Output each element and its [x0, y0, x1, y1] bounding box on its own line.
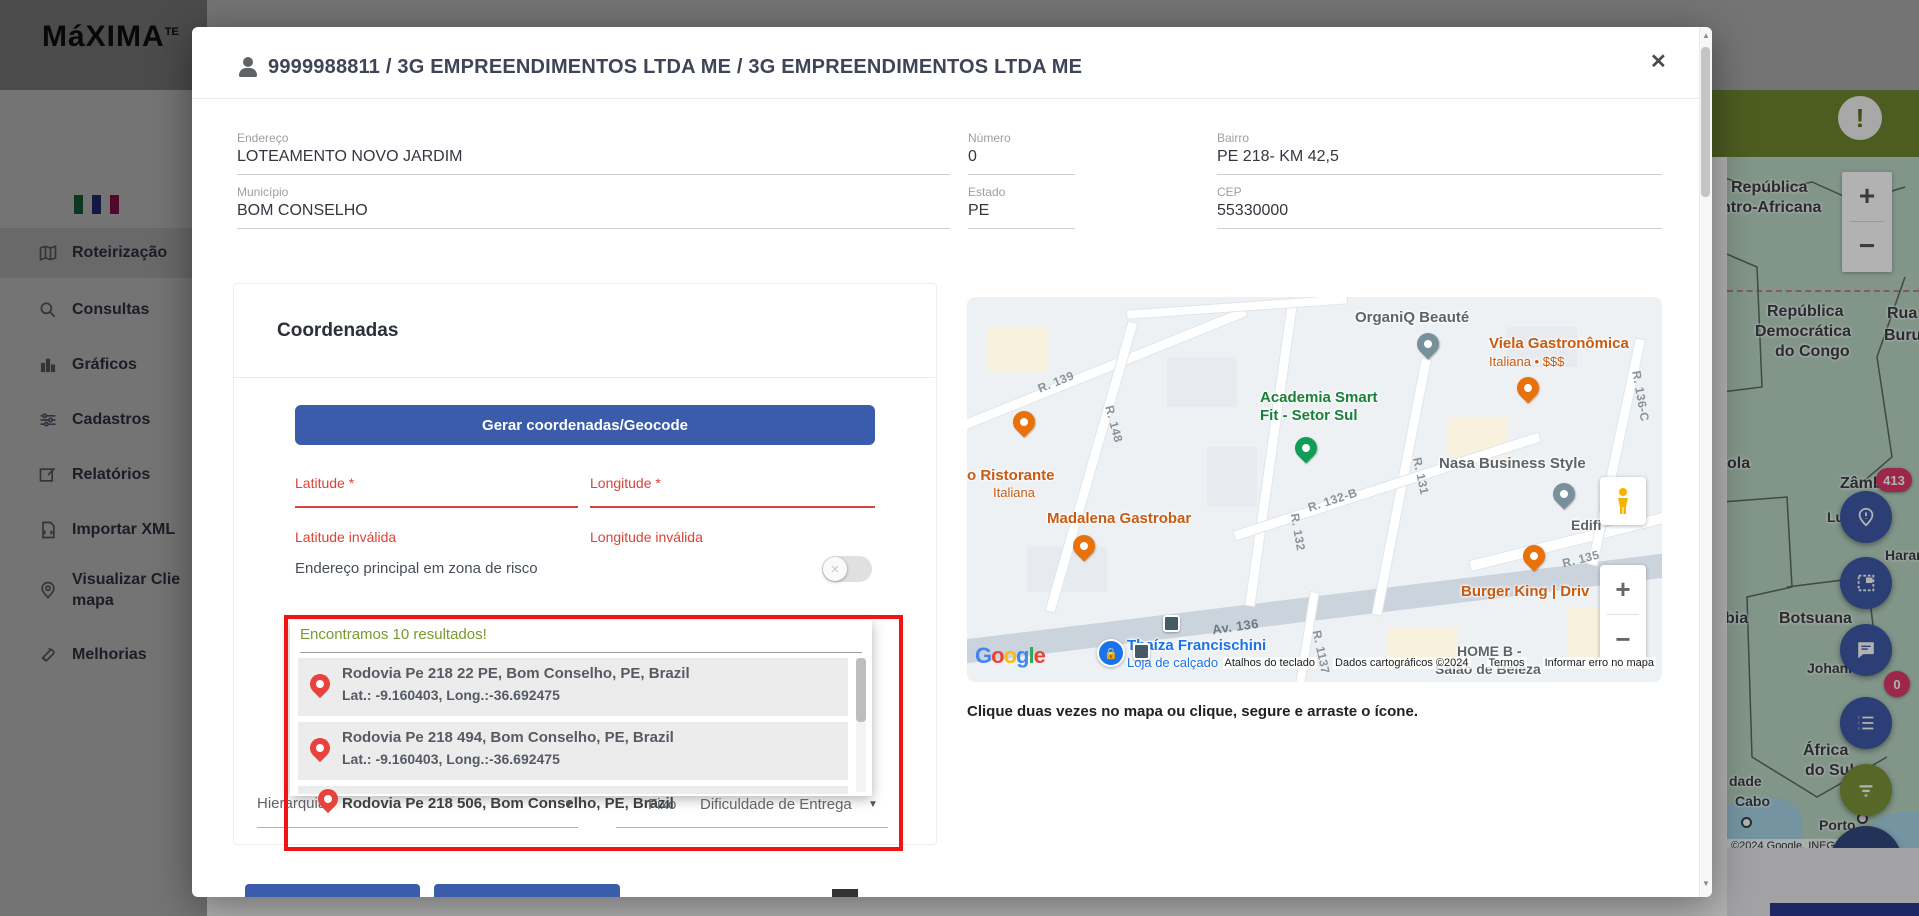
field-underline — [1217, 228, 1662, 229]
scroll-up-arrow[interactable]: ▲ — [1702, 31, 1710, 40]
poi-label[interactable]: Burger King | Driv — [1461, 583, 1589, 600]
poi-label[interactable]: Viela Gastronômica — [1489, 335, 1629, 352]
latitude-underline — [295, 506, 578, 508]
building-shape — [987, 327, 1047, 372]
longitude-underline — [590, 506, 875, 508]
building-shape — [1167, 357, 1237, 407]
poi-pin-icon[interactable] — [1008, 406, 1039, 437]
poi-sublabel: Italiana — [993, 485, 1035, 500]
latitude-input[interactable] — [295, 473, 578, 505]
pegman-icon — [1614, 487, 1632, 515]
building-shape — [1207, 447, 1257, 507]
person-icon — [238, 57, 258, 77]
street-label: R. 132-B — [1306, 485, 1359, 514]
zoom-out-button[interactable]: − — [1600, 615, 1646, 663]
scroll-down-arrow[interactable]: ▼ — [1702, 879, 1710, 888]
bairro-field[interactable]: PE 218- KM 42,5 — [1217, 148, 1339, 166]
poi-label: Edifi — [1571, 517, 1601, 533]
poi-label[interactable]: Madalena Gastrobar — [1047, 510, 1191, 527]
terms-link[interactable]: Termos — [1487, 657, 1527, 669]
endereco-label: Endereço — [237, 131, 288, 145]
map-hint-text: Clique duas vezes no mapa ou clique, seg… — [967, 703, 1418, 720]
bottom-action-button[interactable] — [245, 884, 420, 897]
cep-field[interactable]: 55330000 — [1217, 202, 1288, 220]
risk-zone-label: Endereço principal em zona de risco — [295, 560, 538, 577]
field-underline — [968, 228, 1075, 229]
poi-label[interactable]: OrganiQ Beauté — [1355, 309, 1469, 326]
modal-title: 9999988811 / 3G EMPREENDIMENTOS LTDA ME … — [268, 56, 1082, 79]
longitude-error: Longitude inválida — [590, 529, 703, 545]
longitude-input[interactable] — [590, 473, 875, 505]
close-icon[interactable]: ✕ — [1650, 49, 1667, 74]
divider — [192, 98, 1712, 99]
google-logo: Google — [975, 643, 1045, 669]
pegman-control[interactable] — [1600, 477, 1646, 525]
report-error-link[interactable]: Informar erro no mapa — [1543, 657, 1656, 669]
backdrop-left — [0, 0, 207, 916]
road-shape — [1233, 433, 1540, 540]
bottom-dark-element — [832, 889, 858, 897]
poi-label: Fit - Setor Sul — [1260, 407, 1358, 424]
latitude-error: Latitude inválida — [295, 529, 396, 545]
bairro-label: Bairro — [1217, 131, 1249, 145]
divider — [234, 377, 935, 378]
poi-pin-icon[interactable] — [1412, 328, 1443, 359]
estado-field[interactable]: PE — [968, 202, 989, 220]
numero-label: Número — [968, 131, 1011, 145]
poi-pin-icon[interactable]: 🔒 — [1097, 639, 1125, 667]
keyboard-shortcuts-link[interactable]: Atalhos do teclado — [1223, 657, 1318, 669]
endereco-field[interactable]: LOTEAMENTO NOVO JARDIM — [237, 148, 463, 166]
bus-stop-icon — [1133, 643, 1150, 660]
municipio-label: Município — [237, 185, 288, 199]
modal-scrollbar-thumb[interactable] — [1701, 47, 1710, 197]
poi-sublabel: Italiana • $$$ — [1489, 354, 1564, 369]
municipio-field[interactable]: BOM CONSELHO — [237, 202, 368, 220]
poi-label[interactable]: Nasa Business Style — [1439, 455, 1586, 472]
google-map[interactable]: R. 139 R. 148 R. 132-B R. 131 R. 132 R. … — [967, 297, 1662, 682]
field-underline — [1217, 174, 1662, 175]
numero-field[interactable]: 0 — [968, 148, 977, 166]
field-underline — [237, 174, 950, 175]
field-underline — [968, 174, 1075, 175]
map-data-label: Dados cartográficos ©2024 — [1333, 657, 1470, 669]
map-zoom-control: + − — [1600, 565, 1646, 665]
screen: MáXIMATE 0 ⌂ ⚙ N Roteirização Consultas … — [0, 0, 1919, 916]
toggle-knob: ✕ — [823, 557, 847, 581]
coordinates-heading: Coordenadas — [277, 320, 398, 342]
geocode-button[interactable]: Gerar coordenadas/Geocode — [295, 405, 875, 445]
poi-pin-icon[interactable] — [1290, 432, 1321, 463]
zoom-in-button[interactable]: + — [1600, 565, 1646, 613]
street-label: R. 136-C — [1629, 370, 1652, 423]
annotation-highlight-rect — [284, 615, 903, 851]
street-label: R. 148 — [1102, 404, 1125, 444]
estado-label: Estado — [968, 185, 1005, 199]
bottom-action-button[interactable] — [434, 884, 620, 897]
field-underline — [237, 228, 950, 229]
poi-label[interactable]: Academia Smart — [1260, 389, 1378, 406]
map-attribution: Atalhos do teclado Dados cartográficos ©… — [1223, 657, 1656, 669]
street-label: R. 132 — [1288, 512, 1308, 552]
risk-zone-toggle[interactable]: ✕ — [822, 556, 872, 582]
poi-pin-icon[interactable] — [1512, 372, 1543, 403]
poi-label[interactable]: o Ristorante — [967, 467, 1055, 484]
poi-pin-icon[interactable] — [1548, 478, 1579, 509]
bus-stop-icon — [1163, 615, 1180, 632]
cep-label: CEP — [1217, 185, 1242, 199]
